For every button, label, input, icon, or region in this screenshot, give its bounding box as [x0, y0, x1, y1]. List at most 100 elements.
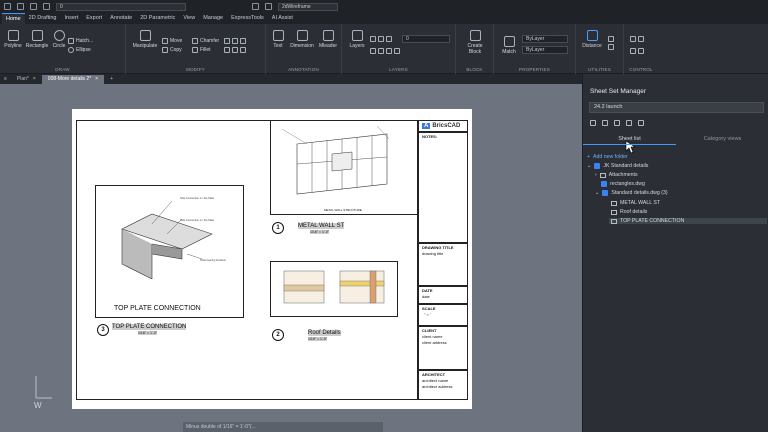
color-dropdown[interactable]: ByLayer — [522, 35, 568, 43]
title-divider — [418, 325, 468, 327]
copy-icon — [162, 47, 168, 53]
draw-panel-title: DRAW — [55, 67, 70, 72]
layer-match-icon — [370, 48, 376, 54]
add-new-folder[interactable]: + Add new folder — [587, 154, 628, 160]
workspace-combo[interactable]: 2dWireframe — [278, 2, 338, 11]
modify-panel: Manipulate Move Copy Chamfer Fillet MODI… — [126, 24, 266, 74]
sheet-set-manager-panel: Sheet Set Manager 24.2 launch Sheet list… — [582, 74, 768, 432]
tree-standard-details[interactable]: ⌄ Standard details.dwg (3) — [595, 190, 668, 196]
tree-attachments[interactable]: › Attachments — [595, 172, 638, 178]
ellipse-icon — [68, 47, 74, 53]
save-icon[interactable] — [638, 120, 644, 126]
settings-icon[interactable] — [626, 120, 632, 126]
fillet-icon — [192, 47, 198, 53]
polyline-button[interactable]: Polyline — [2, 30, 24, 49]
client-heading: CLIENT — [422, 328, 437, 333]
tree-rectangles[interactable]: rectangles.dwg — [601, 181, 645, 187]
top-plate-title: TOP PLATE CONNECTION — [114, 305, 201, 312]
sheet-set-combo[interactable]: 24.2 launch — [589, 102, 764, 113]
move-button[interactable]: Move — [162, 38, 182, 44]
mleader-button[interactable]: Mleader — [316, 30, 340, 49]
redo-icon[interactable] — [30, 3, 37, 10]
title-block — [418, 120, 468, 400]
tab-manage[interactable]: Manage — [199, 13, 227, 24]
sheet-metal-wall-label: METAL WALL ST — [620, 200, 660, 206]
tab-sheet-list[interactable]: Sheet list — [583, 134, 676, 145]
linetype-dropdown[interactable]: ByLayer — [522, 46, 568, 54]
fillet-button[interactable]: Fillet — [192, 47, 211, 53]
tab-2d-drafting[interactable]: 2D Drafting — [25, 13, 61, 24]
circle-button[interactable]: Circle — [50, 30, 68, 49]
folder-icon[interactable] — [602, 120, 608, 126]
publish-icon[interactable] — [614, 120, 620, 126]
tab-2d-parametric[interactable]: 2D Parametric — [136, 13, 179, 24]
date-value: date — [422, 294, 430, 299]
trim-icon — [224, 47, 230, 53]
layer-state-icons[interactable] — [370, 36, 392, 42]
hatch-button[interactable]: Hatch... — [68, 38, 93, 44]
copy-button[interactable]: Copy — [162, 47, 182, 53]
close-icon[interactable]: × — [95, 75, 98, 84]
copy-label: Copy — [170, 47, 182, 53]
control-icons-row1[interactable] — [630, 36, 644, 42]
tab-expresstools[interactable]: ExpressTools — [227, 13, 268, 24]
add-icon[interactable] — [590, 120, 596, 126]
text-button[interactable]: Text — [268, 30, 288, 49]
chamfer-button[interactable]: Chamfer — [192, 38, 219, 44]
rectangle-button[interactable]: Rectangle — [24, 30, 50, 49]
tree-sheet-roof[interactable]: Roof details — [611, 209, 647, 215]
tab-insert[interactable]: Insert — [61, 13, 83, 24]
notes-heading: NOTES: — [422, 134, 438, 139]
layer-combo[interactable]: 0 — [56, 2, 186, 11]
doc-tab-plan-label: Plan* — [16, 76, 29, 82]
tab-ai-assist[interactable]: AI Assist — [268, 13, 297, 24]
doc-tab-plan[interactable]: Plan* × — [11, 75, 42, 84]
control-icons-row2[interactable] — [630, 48, 644, 54]
fillet-label: Fillet — [200, 47, 211, 53]
modify-tools-row2[interactable] — [224, 47, 246, 53]
utilities-icons[interactable] — [608, 36, 614, 50]
workspace-icon[interactable] — [265, 3, 272, 10]
create-block-button[interactable]: Create Block — [461, 30, 489, 55]
tab-list-icon[interactable]: ≡ — [0, 75, 11, 84]
dimension-icon — [296, 30, 308, 41]
new-tab-button[interactable]: + — [104, 75, 119, 84]
drawing-title-heading: DRAWING TITLE — [422, 245, 454, 250]
layer-light-icon[interactable] — [43, 3, 50, 10]
manipulate-button[interactable]: Manipulate — [130, 30, 160, 49]
tree-attachments-label: Attachments — [608, 172, 638, 178]
tab-export[interactable]: Export — [82, 13, 106, 24]
distance-button[interactable]: Distance — [578, 30, 606, 49]
app-menu-icon[interactable] — [4, 3, 11, 10]
detail-number-1: 1 — [272, 222, 284, 234]
tp-note-2: Side Connection on Top Plate — [180, 219, 215, 222]
layers-button[interactable]: Layers — [346, 30, 368, 49]
title-divider — [418, 131, 468, 133]
tab-category-views[interactable]: Category views — [676, 134, 768, 145]
tree-sheet-top-plate[interactable]: TOP PLATE CONNECTION — [609, 218, 767, 224]
layer-tools-icons[interactable] — [370, 48, 400, 54]
properties-panel: Match ByLayer ByLayer PROPERTIES — [494, 24, 576, 74]
utilities-panel-title: UTILITIES — [588, 67, 611, 72]
doc-tab-more-details[interactable]: 008-More details 2* × — [41, 75, 105, 84]
client-address: client address — [422, 340, 447, 345]
manipulate-icon — [139, 30, 151, 41]
tab-annotate[interactable]: Annotate — [106, 13, 136, 24]
drawing-canvas[interactable]: A BricsCAD NOTES: DRAWING TITLE drawing t… — [0, 84, 582, 432]
command-line[interactable]: Minus double of 1/16" = 1'-0"(... — [183, 422, 383, 432]
tree-root[interactable]: ⌄ JK Standard details — [587, 163, 648, 169]
close-icon[interactable]: × — [33, 75, 36, 84]
match-button[interactable]: Match — [498, 36, 520, 55]
ellipse-button[interactable]: Ellipse — [68, 47, 91, 53]
offset-icon — [240, 47, 246, 53]
settings-icon[interactable] — [252, 3, 259, 10]
tree-sheet-metal-wall[interactable]: METAL WALL ST — [611, 200, 660, 206]
dimension-button[interactable]: Dimension — [288, 30, 316, 49]
tab-view[interactable]: View — [179, 13, 199, 24]
tab-home[interactable]: Home — [2, 13, 25, 24]
layer-dropdown[interactable]: 0 — [402, 35, 450, 43]
annotation-panel: Text Dimension Mleader ANNOTATION — [266, 24, 342, 74]
undo-icon[interactable] — [17, 3, 24, 10]
tree-standard-details-label: Standard details.dwg (3) — [611, 190, 668, 196]
modify-tools-row1[interactable] — [224, 38, 246, 44]
